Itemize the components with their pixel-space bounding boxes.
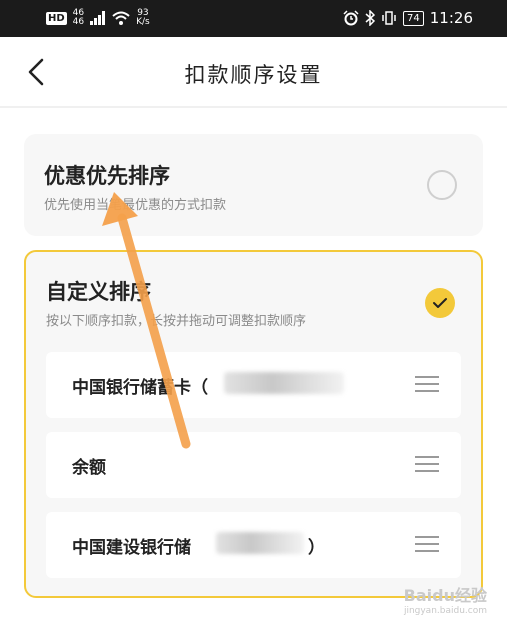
nav-divider: [0, 106, 507, 108]
nav-bar: 扣款顺序设置: [0, 37, 507, 107]
option-custom-order[interactable]: 自定义排序 按以下顺序扣款，长按并拖动可调整扣款顺序 中国银行储蓄卡（ 余额 中…: [24, 250, 483, 598]
page-title: 扣款顺序设置: [184, 63, 323, 87]
payment-method-item[interactable]: 余额: [46, 432, 461, 498]
signal-icon: [90, 11, 106, 25]
drag-handle-icon[interactable]: [415, 376, 439, 394]
alarm-icon: [343, 10, 359, 26]
watermark-main: Baidu经验: [403, 586, 487, 605]
watermark-sub: jingyan.baidu.com: [403, 606, 487, 616]
checkmark-icon: [433, 298, 447, 308]
battery-indicator: 74: [403, 10, 424, 26]
redacted-card-number: [216, 532, 304, 554]
payment-method-item[interactable]: 中国建设银行储 ）: [46, 512, 461, 578]
network-type: 46 46: [72, 8, 85, 27]
hd-badge: HD: [46, 11, 67, 25]
payment-method-suffix: ）: [308, 538, 325, 558]
drag-handle-icon[interactable]: [415, 536, 439, 554]
vibrate-icon: [382, 11, 396, 25]
bluetooth-icon: [365, 10, 376, 26]
payment-method-label: 中国建设银行储: [72, 538, 191, 558]
payment-method-item[interactable]: 中国银行储蓄卡（: [46, 352, 461, 418]
drag-handle-icon[interactable]: [415, 456, 439, 474]
status-bar: HD 46 46 93 K/s 74 11:26: [0, 0, 507, 37]
network-speed: 93 K/s: [136, 8, 150, 27]
wifi-icon: [112, 11, 130, 25]
payment-method-label: 余额: [72, 458, 106, 478]
option-subtitle: 优先使用当笔最优惠的方式扣款: [44, 198, 227, 213]
redacted-card-number: [224, 372, 344, 394]
radio-checked[interactable]: [425, 288, 455, 318]
option-title: 优惠优先排序: [44, 164, 170, 188]
radio-unchecked-icon[interactable]: [427, 170, 457, 200]
option-discount-priority[interactable]: 优惠优先排序 优先使用当笔最优惠的方式扣款: [24, 134, 483, 236]
option-title: 自定义排序: [46, 280, 151, 304]
status-right: 74 11:26: [343, 9, 473, 27]
status-left: HD 46 46 93 K/s: [46, 9, 150, 27]
payment-method-label: 中国银行储蓄卡（: [72, 378, 208, 398]
watermark: Baidu经验 jingyan.baidu.com: [404, 582, 487, 616]
clock: 11:26: [429, 9, 473, 27]
option-subtitle: 按以下顺序扣款，长按并拖动可调整扣款顺序: [46, 314, 307, 329]
